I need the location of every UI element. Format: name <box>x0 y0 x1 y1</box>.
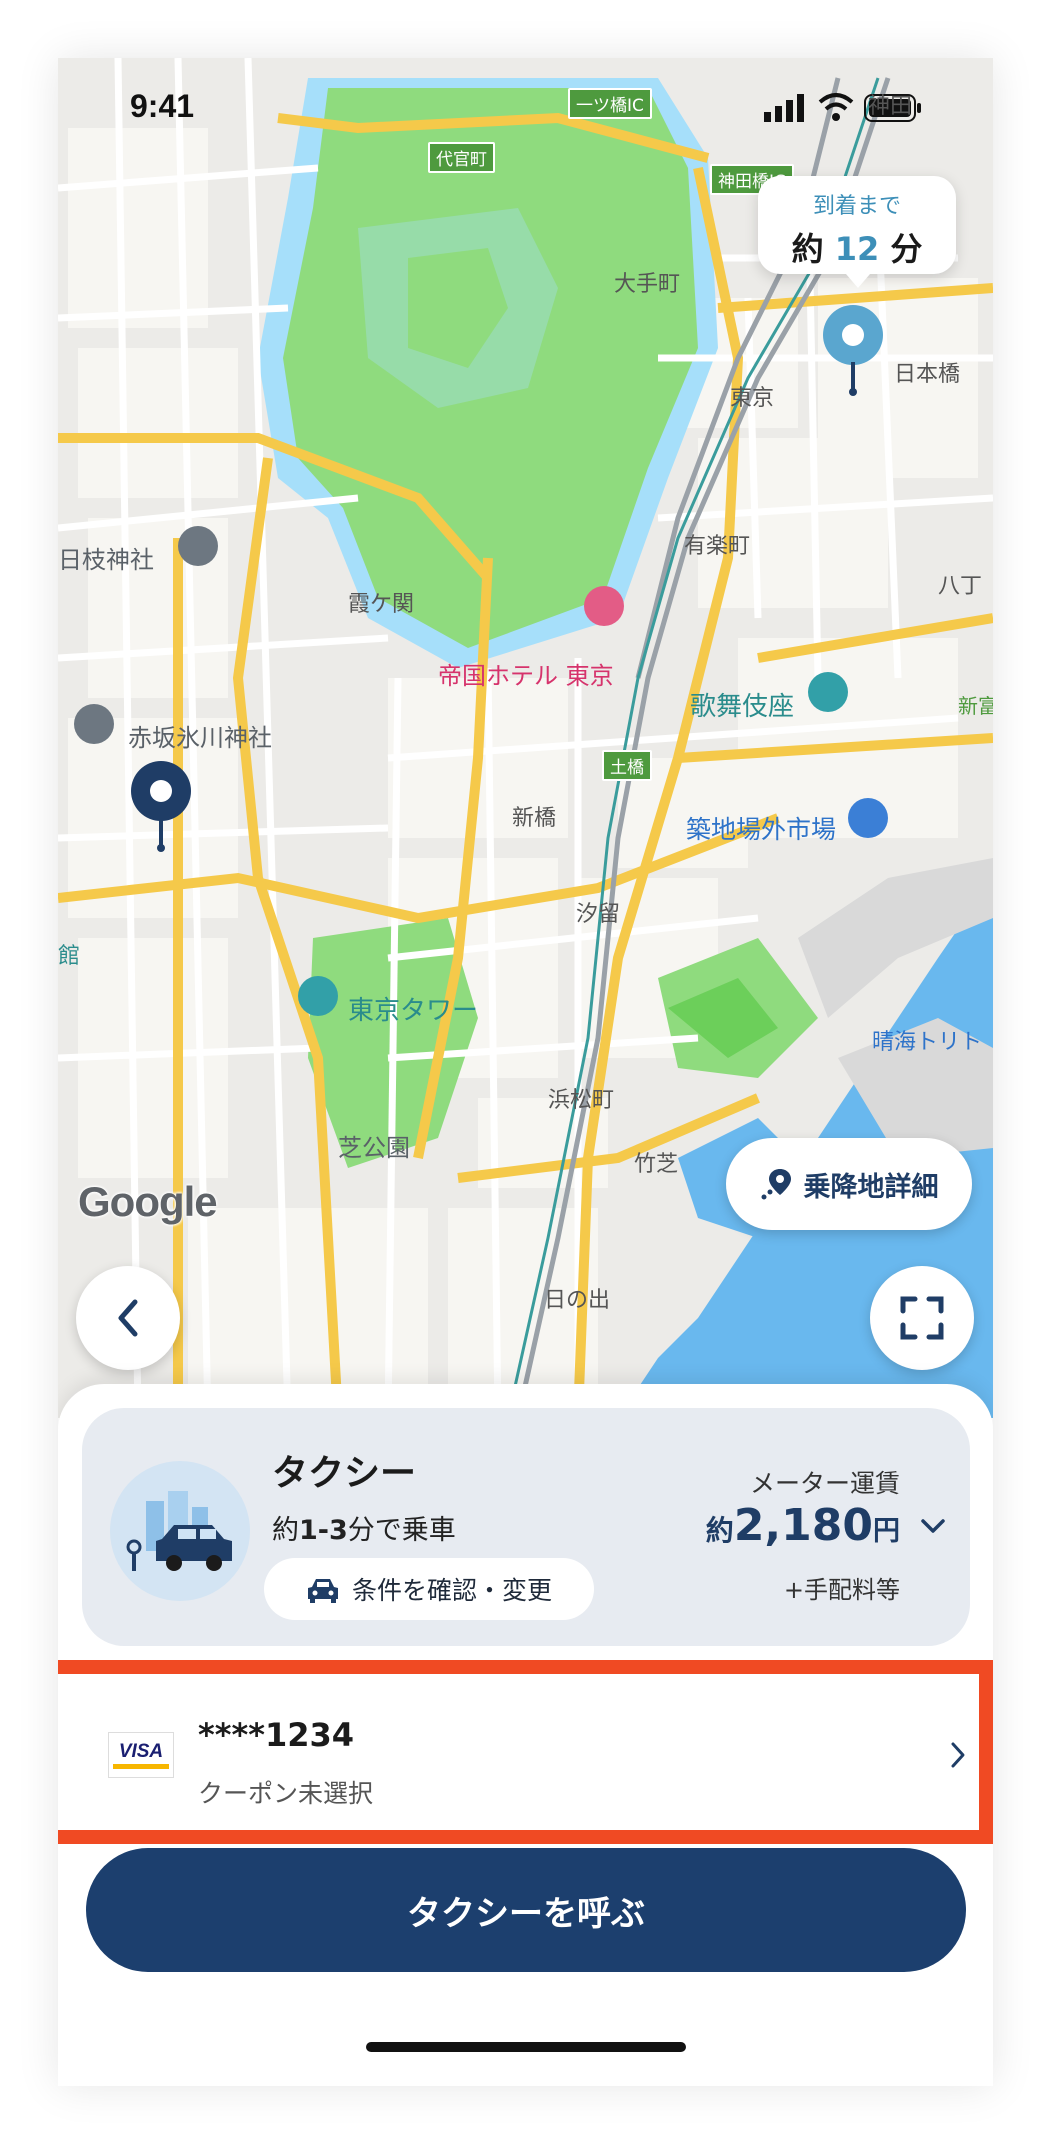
fare-prefix: 約 <box>705 1514 734 1547</box>
wifi-icon <box>818 93 854 121</box>
pickup-details-label: 乗降地詳細 <box>803 1171 939 1203</box>
fare-unit: 円 <box>873 1516 900 1547</box>
map-label-hatchobori: 八丁 <box>938 574 983 599</box>
conditions-label: 条件を確認・変更 <box>351 1576 552 1605</box>
map-view[interactable]: 9:41 一ツ橋IC 代官町 神田橋IC 土橋 神田 大手町 東京 日本橋 有楽… <box>58 58 993 1418</box>
status-time: 9:41 <box>130 88 195 124</box>
landmark-icon <box>298 976 338 1016</box>
taxi-option-card[interactable]: タクシー 約1-3分で乗車 条件を確認・変更 メーター運賃 約2,180円 +手… <box>82 1408 970 1646</box>
fare-label: メーター運賃 <box>749 1469 900 1498</box>
taxi-icon <box>126 1491 232 1571</box>
shrine-icon <box>74 704 114 744</box>
map-label-hie-jinja: 日枝神社 <box>58 546 154 574</box>
map-label-yurakucho: 有楽町 <box>684 534 751 559</box>
map-label-tokyo: 東京 <box>730 386 775 411</box>
map-label-tsukiji: 築地場外市場 <box>686 815 837 844</box>
fare-extra: +手配料等 <box>783 1576 900 1604</box>
taxi-eta: 約1-3分で乗車 <box>272 1508 456 1547</box>
card-brand: VISA <box>118 1740 164 1762</box>
payment-method-row[interactable]: VISA ****1234 クーポン未選択 <box>58 1674 993 1840</box>
signal-icon <box>764 94 804 122</box>
pickup-pin-icon <box>761 1169 791 1200</box>
shopping-icon <box>848 798 888 838</box>
car-icon <box>307 1579 338 1603</box>
arrival-time: 約 12 分 <box>758 224 956 270</box>
map-label-harumi: 晴海トリト <box>872 1030 983 1055</box>
status-bar: 9:41 <box>58 58 993 138</box>
pickup-details-button[interactable]: 乗降地詳細 <box>726 1138 972 1230</box>
map-label-shiodome: 汐留 <box>576 902 621 927</box>
taxi-title: タクシー <box>272 1453 417 1494</box>
taxi-illustration <box>110 1461 250 1601</box>
conditions-button[interactable]: 条件を確認・変更 <box>264 1558 594 1620</box>
expand-icon <box>900 1296 944 1340</box>
card-number: ****1234 <box>198 1716 354 1754</box>
arrival-prefix: 約 <box>791 230 824 268</box>
map-label-hinode: 日の出 <box>544 1288 611 1313</box>
map-label-hamamatsucho: 浜松町 <box>548 1088 615 1113</box>
home-indicator <box>366 2042 686 2052</box>
fare-value: 約2,180円 <box>706 1500 900 1551</box>
bottom-sheet: タクシー 約1-3分で乗車 条件を確認・変更 メーター運賃 約2,180円 +手… <box>58 1384 993 2086</box>
map-label-shimbashi: 新橋 <box>512 806 557 831</box>
map-label-takeshiba: 竹芝 <box>634 1152 679 1177</box>
eta-range: 1-3 <box>299 1515 348 1546</box>
map-label-kabukiza: 歌舞伎座 <box>690 692 795 722</box>
theater-icon <box>808 672 848 712</box>
map-label-shintomi: 新富 <box>958 694 993 718</box>
fare-amount: 2,180 <box>733 1500 873 1551</box>
map-label-tokyo-tower: 東京タワー <box>348 996 479 1026</box>
call-taxi-button[interactable]: タクシーを呼ぶ <box>86 1848 966 1972</box>
origin-pin-icon <box>131 761 191 852</box>
page: 9:41 一ツ橋IC 代官町 神田橋IC 土橋 神田 大手町 東京 日本橋 有楽… <box>0 0 1051 2140</box>
road-shield-daikancho: 代官町 <box>428 142 495 173</box>
destination-pin-icon <box>823 305 883 396</box>
road-shield-hitotsubashi: 一ツ橋IC <box>568 88 652 119</box>
chevron-down-icon[interactable] <box>920 1518 946 1536</box>
arrival-unit: 分 <box>890 230 923 268</box>
chevron-right-icon <box>951 1742 965 1768</box>
coupon-status: クーポン未選択 <box>198 1779 374 1808</box>
card-stripe <box>113 1763 169 1769</box>
call-taxi-label: タクシーを呼ぶ <box>407 1893 645 1934</box>
map-label-shibakoen: 芝公園 <box>338 1134 410 1162</box>
map-label-akasaka-hikawa: 赤坂氷川神社 <box>128 724 272 752</box>
arrival-time-bubble: 到着まで 約 12 分 <box>758 176 956 288</box>
map-label-otemachi: 大手町 <box>614 272 681 297</box>
visa-card-icon: VISA <box>108 1732 174 1778</box>
map-label-teikoku-hotel: 帝国ホテル 東京 <box>438 662 614 690</box>
fullscreen-button[interactable] <box>870 1266 974 1370</box>
back-button[interactable] <box>76 1266 180 1370</box>
map-label-kanda: 神田 <box>868 94 913 119</box>
arrival-minutes: 12 <box>834 230 880 268</box>
google-logo: Google <box>78 1178 218 1225</box>
road-shield-dobashi: 土橋 <box>602 750 652 781</box>
arrival-label: 到着まで <box>812 194 901 219</box>
chevron-left-icon <box>118 1299 138 1337</box>
hotel-icon <box>584 586 624 626</box>
shrine-icon <box>178 526 218 566</box>
map-label-kasumigaseki: 霞ケ関 <box>348 592 415 617</box>
eta-suffix: 分で乗車 <box>347 1515 456 1546</box>
map-label-nihonbashi: 日本橋 <box>894 362 961 387</box>
map-label-kan: 館 <box>58 944 81 969</box>
phone-screen: 9:41 一ツ橋IC 代官町 神田橋IC 土橋 神田 大手町 東京 日本橋 有楽… <box>58 58 993 2086</box>
eta-prefix: 約 <box>272 1515 299 1546</box>
